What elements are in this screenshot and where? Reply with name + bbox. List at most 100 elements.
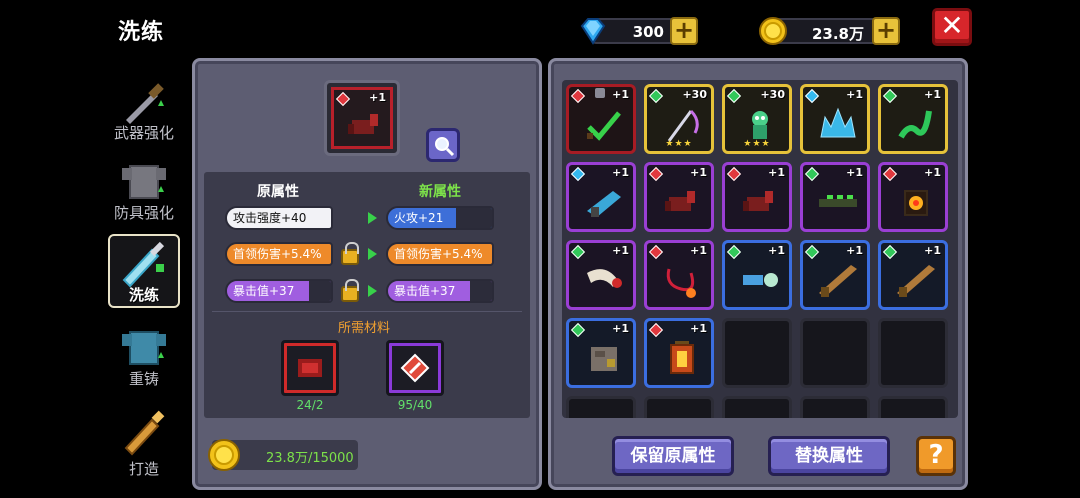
gold-currency: 23.8万 + [758,15,902,47]
empty-slot[interactable] [566,396,636,418]
element-gem-icon [648,244,664,260]
inventory-slot[interactable]: +1 [722,240,792,310]
element-gem-icon [882,244,898,260]
empty-slot[interactable] [878,318,948,388]
new-attr-header: 新属性 [419,184,461,200]
red-rune-icon [400,353,430,383]
nav-refine[interactable]: 洗练 [106,234,182,310]
gold-cost-bar: 23.8万/15000 [208,439,358,471]
inventory-slot[interactable]: +1 [800,84,870,154]
nav-weapon-upgrade[interactable]: 武器强化 [106,72,182,148]
wooden-rifle-icon [819,265,857,297]
empty-slot[interactable] [800,318,870,388]
stone-block-icon [591,347,617,371]
item-level: +1 [924,88,941,101]
element-gem-icon [804,88,820,104]
new-attr-1: 火攻+21 [386,206,494,230]
inventory-grid: +1 +30 ★★★ +30 ★★★ +1 +1 +1 +1 +1 +1 +1 +1 +1 +1 +1 +1 +1… [562,80,958,418]
element-gem-icon [570,244,586,260]
reforge-armor-icon [122,331,166,365]
item-level: +1 [690,322,707,335]
empty-slot[interactable] [722,396,792,418]
inventory-slot[interactable]: +1 [800,240,870,310]
inventory-slot[interactable]: +1 [566,240,636,310]
empty-slot[interactable] [644,396,714,418]
red-gauntlet-icon [743,191,773,211]
nav-reforge[interactable]: 重铸 [106,318,182,394]
page-title: 洗练 [118,20,165,45]
element-gem-icon [570,88,586,104]
star-rating: ★★★ [665,139,693,149]
item-level: +1 [612,88,629,101]
close-button[interactable]: ✕ [932,8,972,46]
empty-slot[interactable] [722,318,792,388]
element-gem-icon [726,244,742,260]
inventory-slot[interactable]: +1 [800,162,870,232]
nav-label: 防具强化 [113,204,174,222]
red-gauntlet-icon [665,191,695,211]
diamond-icon [580,18,606,45]
lock-icon[interactable] [341,279,359,302]
small-lock-icon [595,88,605,98]
gold-coin-icon [759,17,787,45]
lantern-icon [670,341,694,374]
inventory-slot[interactable]: +1 [722,162,792,232]
sword-upgrade-icon [126,83,164,124]
nav-label: 洗练 [128,286,159,304]
refine-sword-icon [122,241,165,288]
inventory-slot[interactable]: +1 [566,318,636,388]
original-attr-1: 攻击强度+40 [225,206,333,230]
inventory-slot[interactable]: +1 [644,162,714,232]
nav-armor-upgrade[interactable]: 防具强化 [106,152,182,228]
item-level: +1 [612,244,629,257]
inventory-slot[interactable]: +1 [644,240,714,310]
divider [212,311,522,312]
element-gem-icon [882,88,898,104]
item-level: +1 [846,88,863,101]
inventory-slot[interactable]: +1 [878,162,948,232]
inventory-slot[interactable]: +1 [878,240,948,310]
replace-attr-button[interactable]: 替换属性 [768,436,890,476]
material-slot-2[interactable] [386,340,444,396]
selected-item-slot[interactable]: +1 [324,80,400,156]
inventory-slot[interactable]: +1 [644,318,714,388]
nav-forge[interactable]: 打造 [106,402,182,478]
new-attr-3: 暴击值+37 [386,279,494,303]
material-count-2: 95/40 [397,398,433,412]
forge-weapon-icon [124,410,165,456]
inventory-slot[interactable]: +30 ★★★ [644,84,714,154]
gem-amount: 300 [632,23,664,41]
horn-icon [587,269,622,288]
crystal-crown-icon [820,107,856,138]
orb-gun-icon [743,273,778,287]
add-gems-button[interactable]: + [670,17,698,45]
material-slot-1[interactable] [281,340,339,396]
nav-label: 武器强化 [113,124,174,142]
empty-slot[interactable] [878,396,948,418]
item-level: +30 [760,88,785,101]
gold-amount: 23.8万 [811,25,864,43]
green-rifle-icon [819,195,857,207]
item-level: +1 [846,244,863,257]
inventory-slot[interactable]: +1 [878,84,948,154]
add-gold-button[interactable]: + [872,17,900,45]
arrow-right-icon [368,212,377,224]
item-level: +1 [924,166,941,179]
empty-slot[interactable] [800,396,870,418]
red-ore-icon [298,359,322,377]
help-button[interactable]: ? [916,436,956,476]
inspect-button[interactable] [426,128,460,162]
materials-label: 所需材料 [338,321,391,336]
keep-original-button[interactable]: 保留原属性 [612,436,734,476]
magnifier-icon [435,137,455,157]
item-level: +1 [690,244,707,257]
star-rating: ★★★ [743,139,771,149]
element-gem-icon [570,166,586,182]
arrow-right-icon [368,285,377,297]
element-gem-icon [648,322,664,338]
item-level: +1 [768,166,785,179]
inventory-slot[interactable]: +1 [566,84,636,154]
lock-icon[interactable] [341,242,359,265]
inventory-slot[interactable]: +1 [566,162,636,232]
inventory-slot[interactable]: +30 ★★★ [722,84,792,154]
